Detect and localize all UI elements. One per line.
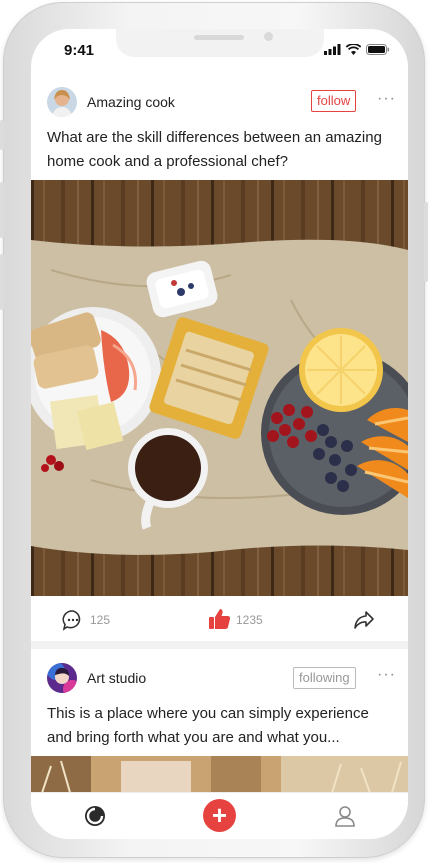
profile-tab-icon[interactable] xyxy=(334,805,356,827)
battery-icon xyxy=(366,44,390,55)
like-icon[interactable] xyxy=(208,607,231,630)
add-post-button[interactable]: + xyxy=(203,799,236,832)
author-avatar[interactable] xyxy=(47,87,77,117)
post-card: Amazing cook follow ··· What are the ski… xyxy=(31,79,408,639)
post-text[interactable]: This is a place where you can simply exp… xyxy=(47,702,392,750)
author-avatar[interactable] xyxy=(47,663,77,693)
post-photo[interactable] xyxy=(31,180,408,596)
author-name[interactable]: Art studio xyxy=(87,670,146,686)
post-actions: 125 1235 xyxy=(31,598,408,642)
follow-button[interactable]: follow xyxy=(311,90,357,112)
status-time: 9:41 xyxy=(64,42,95,59)
camera xyxy=(264,32,273,41)
more-options-icon[interactable]: ··· xyxy=(377,666,396,684)
wifi-icon xyxy=(346,44,361,55)
volume-down-button xyxy=(0,254,4,310)
tab-bar: + xyxy=(31,792,408,839)
speaker xyxy=(194,35,244,40)
discover-tab-icon[interactable] xyxy=(84,805,106,827)
comment-icon[interactable] xyxy=(62,609,84,631)
screen: 9:41 Amazing cook follow ··· What are th… xyxy=(31,29,408,839)
power-button xyxy=(424,202,428,282)
post-text[interactable]: What are the skill differences between a… xyxy=(47,126,392,174)
post-divider xyxy=(31,641,408,649)
comment-count: 125 xyxy=(90,613,111,627)
phone-frame: 9:41 Amazing cook follow ··· What are th… xyxy=(0,2,428,858)
post-photo[interactable] xyxy=(31,756,408,796)
signal-icon xyxy=(324,44,341,55)
author-name[interactable]: Amazing cook xyxy=(87,94,175,110)
more-options-icon[interactable]: ··· xyxy=(377,90,396,108)
following-button[interactable]: following xyxy=(293,667,356,689)
like-count: 1235 xyxy=(236,613,263,627)
silent-switch xyxy=(0,120,4,150)
share-icon[interactable] xyxy=(353,609,375,631)
volume-up-button xyxy=(0,182,4,238)
notch xyxy=(116,29,324,57)
